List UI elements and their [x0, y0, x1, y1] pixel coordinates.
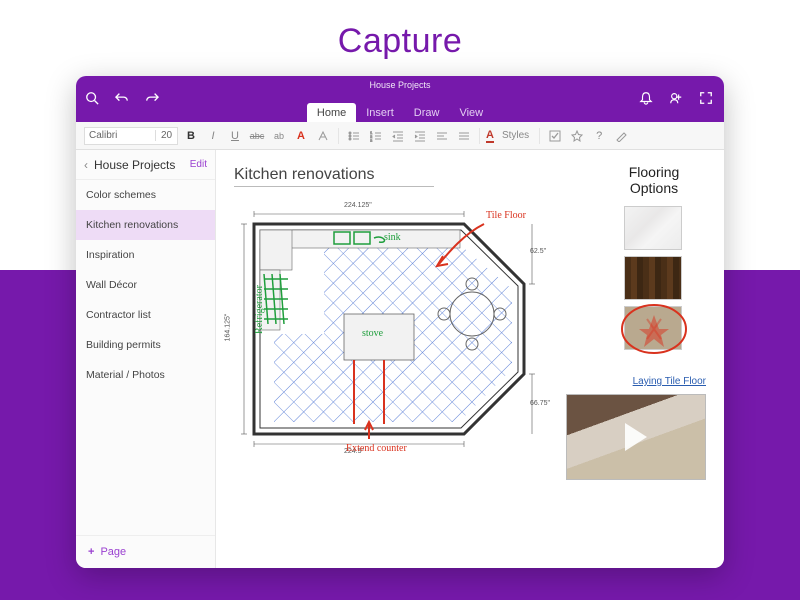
fullscreen-icon[interactable]	[698, 90, 714, 106]
notebook-name: House Projects	[76, 80, 724, 90]
ribbon: Calibri 20 B I U abc ab A 123 A⁠ Styles …	[76, 122, 724, 150]
dim-right-lower: 66.75"	[530, 400, 550, 407]
dim-top: 224.125"	[344, 202, 372, 209]
section-header: ‹ House Projects Edit	[76, 150, 215, 180]
section-name[interactable]: House Projects	[94, 158, 190, 172]
tab-insert[interactable]: Insert	[356, 103, 404, 122]
page-list: Color schemes Kitchen renovations Inspir…	[76, 180, 215, 535]
back-icon[interactable]: ‹	[84, 158, 88, 172]
swatch-wood[interactable]	[624, 256, 682, 300]
page-sidebar: ‹ House Projects Edit Color schemes Kitc…	[76, 150, 216, 568]
para-button[interactable]	[455, 127, 473, 145]
floorplan-drawing: 224.125" 224.5" 164.125" 62.5" 66.75" Re…	[234, 204, 544, 464]
page-item-wall-decor[interactable]: Wall Décor	[76, 270, 215, 300]
page-item-inspiration[interactable]: Inspiration	[76, 240, 215, 270]
swatch-tile[interactable]	[624, 306, 682, 350]
annot-tile-floor: Tile Floor	[486, 210, 526, 221]
italic-button[interactable]: I	[204, 127, 222, 145]
ink-button[interactable]	[612, 127, 630, 145]
edit-button[interactable]: Edit	[190, 159, 207, 170]
font-color-button[interactable]: A	[292, 127, 310, 145]
font-size: 20	[155, 130, 177, 141]
annot-sink: sink	[384, 232, 401, 243]
numbers-button[interactable]: 123	[367, 127, 385, 145]
play-icon	[625, 423, 647, 451]
tab-draw[interactable]: Draw	[404, 103, 450, 122]
page-item-material[interactable]: Material / Photos	[76, 360, 215, 390]
video-link[interactable]: Laying Tile Floor	[633, 376, 706, 387]
video-thumbnail[interactable]	[566, 394, 706, 480]
dim-right-upper: 62.5"	[530, 248, 546, 255]
note-canvas[interactable]: Kitchen renovations	[216, 150, 724, 568]
indent-button[interactable]	[411, 127, 429, 145]
svg-text:3: 3	[370, 138, 373, 142]
font-picker[interactable]: Calibri 20	[84, 127, 178, 145]
outdent-button[interactable]	[389, 127, 407, 145]
title-bar: House Projects Home Insert Draw View	[76, 76, 724, 122]
ribbon-tabs: Home Insert Draw View	[76, 103, 724, 122]
share-icon[interactable]	[668, 90, 684, 106]
bold-button[interactable]: B	[182, 127, 200, 145]
todo-button[interactable]	[546, 127, 564, 145]
annot-refrigerator: Refrigerator	[254, 285, 265, 334]
annot-stove: stove	[362, 328, 383, 339]
bullets-button[interactable]	[345, 127, 363, 145]
bell-icon[interactable]	[638, 90, 654, 106]
case-button[interactable]: ab	[270, 127, 288, 145]
strike-button[interactable]: abc	[248, 127, 266, 145]
app-window: House Projects Home Insert Draw View Cal…	[76, 76, 724, 568]
help-button[interactable]: ?	[590, 127, 608, 145]
tag-button[interactable]	[568, 127, 586, 145]
align-button[interactable]	[433, 127, 451, 145]
highlight-button[interactable]	[314, 127, 332, 145]
swatch-marble[interactable]	[624, 206, 682, 250]
dim-left: 164.125"	[224, 314, 231, 342]
styles-label: Styles	[498, 130, 533, 141]
tab-home[interactable]: Home	[307, 103, 356, 122]
styles-button[interactable]: A⁠	[486, 127, 494, 145]
flooring-swatches	[624, 206, 684, 350]
page-item-permits[interactable]: Building permits	[76, 330, 215, 360]
hero-title: Capture	[0, 22, 800, 61]
add-page-button[interactable]: Page	[76, 535, 215, 568]
tab-view[interactable]: View	[449, 103, 493, 122]
page-title[interactable]: Kitchen renovations	[234, 166, 434, 187]
page-item-contractor[interactable]: Contractor list	[76, 300, 215, 330]
annot-extend-counter: Extend counter	[346, 444, 407, 454]
font-name: Calibri	[85, 130, 155, 141]
page-item-color-schemes[interactable]: Color schemes	[76, 180, 215, 210]
page-item-kitchen[interactable]: Kitchen renovations	[76, 210, 215, 240]
underline-button[interactable]: U	[226, 127, 244, 145]
flooring-title: Flooring Options	[604, 164, 704, 196]
